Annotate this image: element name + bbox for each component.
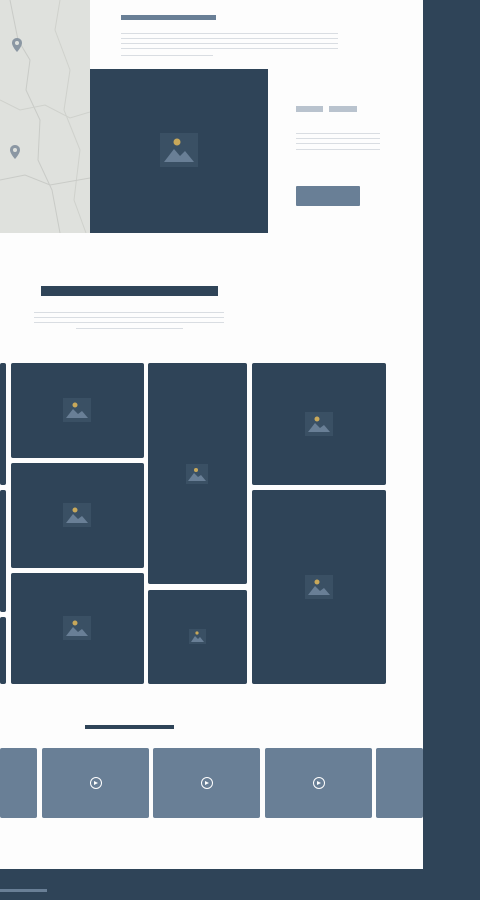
text-line bbox=[121, 43, 338, 44]
video-thumbnail[interactable] bbox=[265, 748, 372, 818]
footer-text-bar bbox=[0, 889, 47, 892]
image-icon bbox=[305, 575, 333, 599]
play-icon[interactable] bbox=[312, 777, 325, 789]
play-icon[interactable] bbox=[89, 777, 102, 789]
image-icon bbox=[63, 503, 91, 527]
map-terrain bbox=[0, 0, 90, 233]
text-line bbox=[34, 322, 224, 323]
play-icon[interactable] bbox=[200, 777, 213, 789]
tag-pill[interactable] bbox=[329, 106, 357, 112]
footer bbox=[0, 869, 423, 900]
image-icon bbox=[186, 464, 208, 484]
video-thumbnail[interactable] bbox=[0, 748, 37, 818]
image-icon bbox=[189, 629, 206, 644]
video-thumbnail[interactable] bbox=[376, 748, 423, 818]
text-line bbox=[121, 38, 338, 39]
feature-image bbox=[90, 69, 268, 233]
gallery-tile[interactable] bbox=[11, 463, 144, 568]
tag-pill[interactable] bbox=[296, 106, 323, 112]
gallery-tile[interactable] bbox=[0, 490, 6, 612]
image-icon bbox=[63, 616, 91, 640]
cta-button[interactable] bbox=[296, 186, 360, 206]
text-line bbox=[296, 133, 380, 134]
gallery-tile[interactable] bbox=[252, 363, 386, 485]
gallery-tile[interactable] bbox=[0, 617, 6, 684]
text-line bbox=[76, 328, 183, 329]
gallery-title-bar bbox=[41, 286, 218, 296]
text-line bbox=[296, 149, 380, 150]
image-icon bbox=[160, 133, 198, 167]
gallery-tile[interactable] bbox=[148, 363, 247, 584]
video-thumbnail[interactable] bbox=[42, 748, 149, 818]
text-line bbox=[296, 138, 380, 139]
gallery-tile[interactable] bbox=[252, 490, 386, 684]
image-icon bbox=[63, 398, 91, 422]
video-thumbnail[interactable] bbox=[153, 748, 260, 818]
text-line bbox=[34, 317, 224, 318]
text-line bbox=[121, 33, 338, 34]
gallery-tile[interactable] bbox=[11, 573, 144, 684]
map-pin-icon[interactable] bbox=[11, 37, 23, 53]
gallery-tile[interactable] bbox=[148, 590, 247, 684]
text-line bbox=[121, 48, 338, 49]
text-line bbox=[34, 312, 224, 313]
image-icon bbox=[305, 412, 333, 436]
text-line bbox=[296, 143, 380, 144]
gallery-tile[interactable] bbox=[0, 363, 6, 485]
video-title-bar bbox=[85, 725, 174, 729]
right-sidebar bbox=[423, 0, 480, 900]
map-pin-icon[interactable] bbox=[9, 144, 21, 160]
gallery-tile[interactable] bbox=[11, 363, 144, 458]
text-line bbox=[121, 55, 213, 56]
section-heading-bar bbox=[121, 15, 216, 20]
map-embed[interactable] bbox=[0, 0, 90, 233]
